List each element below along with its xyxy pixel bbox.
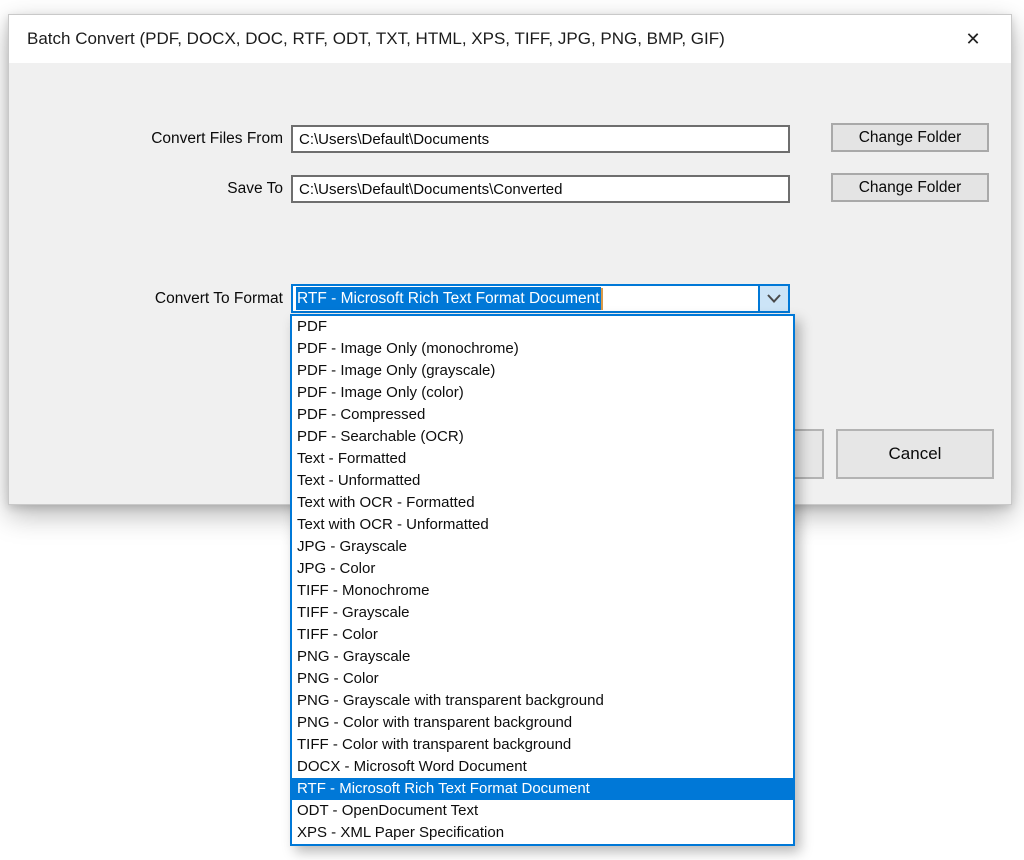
- close-icon[interactable]: ✕: [951, 15, 995, 63]
- dropdown-option[interactable]: TIFF - Monochrome: [292, 580, 793, 602]
- dropdown-option[interactable]: RTF - Microsoft Rich Text Format Documen…: [292, 778, 793, 800]
- format-combobox[interactable]: RTF - Microsoft Rich Text Format Documen…: [291, 284, 790, 313]
- combobox-dropdown-button[interactable]: [758, 286, 788, 311]
- dropdown-option[interactable]: PNG - Color: [292, 668, 793, 690]
- dropdown-option[interactable]: PNG - Grayscale with transparent backgro…: [292, 690, 793, 712]
- chevron-down-icon: [767, 294, 781, 303]
- dropdown-option[interactable]: TIFF - Color: [292, 624, 793, 646]
- dropdown-option[interactable]: PDF - Image Only (color): [292, 382, 793, 404]
- dropdown-option[interactable]: PNG - Grayscale: [292, 646, 793, 668]
- dropdown-option[interactable]: PNG - Color with transparent background: [292, 712, 793, 734]
- dropdown-option[interactable]: PDF: [292, 316, 793, 338]
- save-to-input[interactable]: [291, 175, 790, 203]
- dropdown-option[interactable]: Text - Formatted: [292, 448, 793, 470]
- change-folder-save-button[interactable]: Change Folder: [831, 173, 989, 202]
- dropdown-option[interactable]: JPG - Color: [292, 558, 793, 580]
- dropdown-option[interactable]: ODT - OpenDocument Text: [292, 800, 793, 822]
- convert-from-input[interactable]: [291, 125, 790, 153]
- text-caret: [601, 288, 603, 310]
- dropdown-option[interactable]: Text - Unformatted: [292, 470, 793, 492]
- convert-from-label: Convert Files From: [9, 125, 283, 153]
- combobox-selected-value: RTF - Microsoft Rich Text Format Documen…: [296, 287, 601, 310]
- titlebar: Batch Convert (PDF, DOCX, DOC, RTF, ODT,…: [9, 15, 1011, 63]
- combobox-text-area[interactable]: RTF - Microsoft Rich Text Format Documen…: [293, 286, 758, 311]
- dropdown-option[interactable]: XPS - XML Paper Specification: [292, 822, 793, 844]
- change-folder-from-button[interactable]: Change Folder: [831, 123, 989, 152]
- dropdown-option[interactable]: JPG - Grayscale: [292, 536, 793, 558]
- dropdown-option[interactable]: PDF - Image Only (monochrome): [292, 338, 793, 360]
- dropdown-option[interactable]: Text with OCR - Unformatted: [292, 514, 793, 536]
- window-title: Batch Convert (PDF, DOCX, DOC, RTF, ODT,…: [27, 29, 725, 49]
- dropdown-option[interactable]: TIFF - Grayscale: [292, 602, 793, 624]
- dropdown-option[interactable]: PDF - Image Only (grayscale): [292, 360, 793, 382]
- cancel-button[interactable]: Cancel: [836, 429, 994, 479]
- convert-to-format-label: Convert To Format: [9, 284, 283, 313]
- save-to-label: Save To: [9, 175, 283, 203]
- dropdown-option[interactable]: DOCX - Microsoft Word Document: [292, 756, 793, 778]
- dropdown-option[interactable]: Text with OCR - Formatted: [292, 492, 793, 514]
- dropdown-option[interactable]: TIFF - Color with transparent background: [292, 734, 793, 756]
- format-dropdown-list: PDFPDF - Image Only (monochrome)PDF - Im…: [290, 314, 795, 846]
- dropdown-option[interactable]: PDF - Searchable (OCR): [292, 426, 793, 448]
- dropdown-option[interactable]: PDF - Compressed: [292, 404, 793, 426]
